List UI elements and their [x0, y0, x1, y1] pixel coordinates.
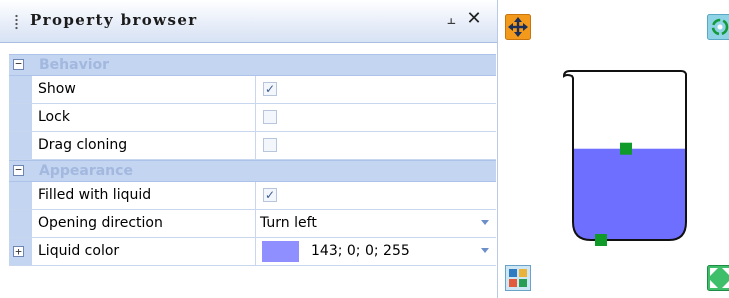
panel-title: Property browser	[30, 11, 198, 29]
property-value	[256, 132, 496, 159]
panel-titlebar[interactable]: Property browser ⫠ ✕	[0, 0, 497, 43]
property-row-liquid-color[interactable]: + Liquid color 143; 0; 0; 255	[9, 238, 496, 266]
category-label: Appearance	[39, 163, 133, 179]
property-name: Drag cloning	[32, 132, 256, 159]
property-name: Opening direction	[32, 210, 256, 237]
color-value: 143; 0; 0; 255	[311, 243, 410, 259]
property-grid: − Behavior Show ✓ Lock Drag cloning − Ap…	[9, 54, 496, 266]
property-value: ✓	[256, 76, 496, 103]
lock-checkbox[interactable]	[263, 110, 277, 124]
property-name: Filled with liquid	[32, 182, 256, 209]
opening-direction-dropdown[interactable]: Turn left	[256, 210, 496, 237]
liquid-color-picker[interactable]: 143; 0; 0; 255	[256, 238, 496, 265]
bottom-handle[interactable]	[595, 234, 607, 246]
property-value: ✓	[256, 182, 496, 209]
collapse-appearance-icon[interactable]: −	[13, 164, 24, 176]
replace-image-icon[interactable]	[505, 265, 531, 291]
drag-grip-icon[interactable]	[15, 14, 18, 30]
property-row-filled-with-liquid[interactable]: Filled with liquid ✓	[9, 182, 496, 210]
move-icon[interactable]	[505, 14, 531, 40]
category-behavior[interactable]: − Behavior	[9, 54, 496, 76]
property-row-lock[interactable]: Lock	[9, 104, 496, 132]
filled-with-liquid-checkbox[interactable]: ✓	[263, 188, 277, 202]
liquid-level-handle[interactable]	[620, 142, 632, 155]
close-icon[interactable]: ✕	[464, 9, 484, 29]
property-name: Lock	[32, 104, 256, 131]
dropdown-value: Turn left	[260, 215, 317, 231]
drag-cloning-checkbox[interactable]	[263, 138, 277, 152]
property-browser-panel: Property browser ⫠ ✕ − Behavior Show ✓ L…	[0, 0, 498, 298]
color-swatch	[262, 241, 299, 262]
property-row-drag-cloning[interactable]: Drag cloning	[9, 132, 496, 160]
rotate-icon[interactable]	[707, 14, 729, 40]
category-label: Behavior	[39, 57, 110, 73]
expand-icon[interactable]: +	[13, 246, 24, 257]
show-checkbox[interactable]: ✓	[263, 82, 277, 96]
dropdown-arrow-icon[interactable]	[481, 248, 489, 253]
beaker-graphic[interactable]	[558, 62, 690, 256]
property-row-opening-direction[interactable]: Opening direction Turn left	[9, 210, 496, 238]
resize-icon[interactable]	[707, 265, 729, 291]
property-row-show[interactable]: Show ✓	[9, 76, 496, 104]
property-name: Liquid color	[32, 238, 256, 265]
pin-icon[interactable]: ⫠	[441, 9, 461, 29]
property-value	[256, 104, 496, 131]
dropdown-arrow-icon[interactable]	[481, 220, 489, 225]
collapse-behavior-icon[interactable]: −	[13, 58, 24, 70]
category-appearance[interactable]: − Appearance	[9, 160, 496, 182]
property-name: Show	[32, 76, 256, 103]
